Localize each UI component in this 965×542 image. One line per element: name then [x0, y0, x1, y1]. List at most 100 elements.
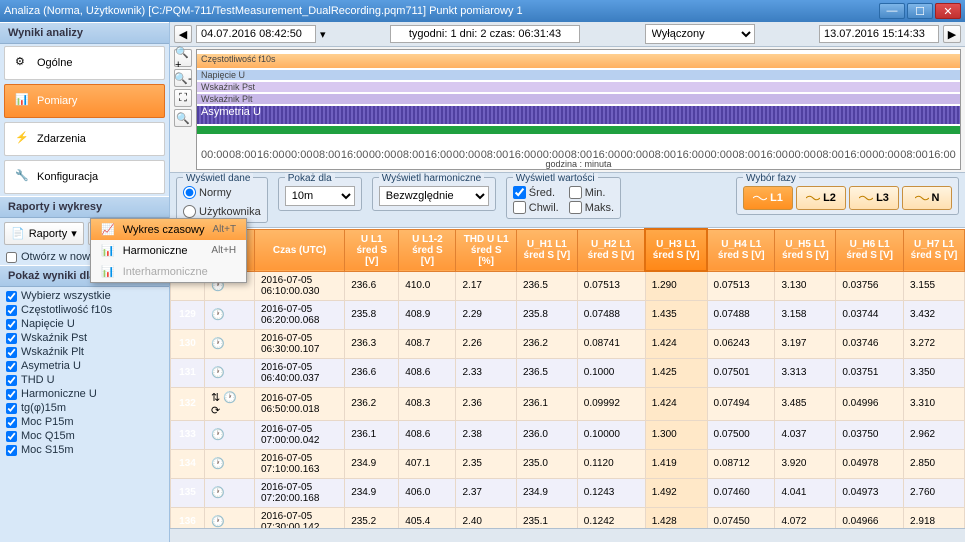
table-row[interactable]: 🕐2016-07-05 06:10:00.030236.6410.02.1723… — [171, 271, 965, 300]
col-header[interactable]: U_H2 L1 śred S [V] — [577, 229, 645, 271]
filter-checkbox[interactable] — [6, 417, 17, 428]
col-header[interactable]: U_H4 L1 śred S [V] — [707, 229, 775, 271]
radio-user[interactable] — [183, 205, 196, 218]
track-frequency: Częstotliwość f10s — [197, 54, 960, 68]
phase-n-button[interactable]: N — [902, 186, 952, 210]
chk-min[interactable] — [569, 186, 582, 199]
date-to-input[interactable] — [819, 25, 939, 43]
filter-checkbox[interactable] — [6, 347, 17, 358]
open-new-window-checkbox[interactable] — [6, 252, 17, 263]
table-row[interactable]: 130🕐2016-07-05 06:30:00.107236.3408.72.2… — [171, 329, 965, 358]
col-header[interactable]: U L1-2 śred S [V] — [399, 229, 456, 271]
chk-avg[interactable] — [513, 186, 526, 199]
show-for-group-title: Pokaż dla — [285, 173, 335, 184]
clock-icon: 🕐 — [211, 367, 225, 379]
filter-label: Harmoniczne U — [21, 388, 97, 400]
filter-label: Wskaźnik Plt — [21, 346, 84, 358]
window-title: Analiza (Norma, Użytkownik) [C:/PQM-711/… — [4, 5, 879, 17]
filter-checkbox[interactable] — [6, 361, 17, 372]
sidebar-item-events[interactable]: ⚡ Zdarzenia — [4, 122, 165, 156]
chart-icon: 📊 — [15, 93, 31, 109]
filter-checkbox[interactable] — [6, 375, 17, 386]
col-header[interactable]: U_H3 L1 śred S [V] — [645, 229, 707, 271]
clock-icon: 🕐 — [211, 338, 225, 350]
reports-dropdown[interactable]: 📄 Raporty ▾ — [4, 222, 84, 245]
date-from-input[interactable] — [196, 25, 316, 43]
filter-label: Moc S15m — [21, 444, 74, 456]
filter-label: Moc P15m — [21, 416, 74, 428]
filter-label: Moc Q15m — [21, 430, 75, 442]
col-header[interactable]: THD U L1 śred S [%] — [456, 229, 516, 271]
filter-checkbox[interactable] — [6, 445, 17, 456]
lightning-icon: ⚡ — [15, 131, 31, 147]
col-header[interactable]: U_H5 L1 śred S [V] — [775, 229, 836, 271]
values-group-title: Wyświetl wartości — [513, 173, 598, 184]
harmonics-select[interactable]: Bezwzględnie — [379, 186, 489, 206]
track-thd — [197, 126, 960, 134]
clock-icon: 🕐 — [211, 487, 225, 499]
table-row[interactable]: 131🕐2016-07-05 06:40:00.037236.6408.62.3… — [171, 358, 965, 387]
menu-time-chart[interactable]: 📈 Wykres czasowy Alt+T — [91, 219, 246, 240]
timeline-canvas[interactable]: Częstotliwość f10s Napięcie U Wskaźnik P… — [196, 49, 961, 170]
filter-checkbox[interactable] — [6, 389, 17, 400]
chevron-down-icon: ▾ — [71, 227, 77, 240]
radio-norms[interactable] — [183, 186, 196, 199]
table-row[interactable]: 132⇅ 🕐 ⟳2016-07-05 06:50:00.018236.2408.… — [171, 387, 965, 420]
col-header[interactable]: U_H7 L1 śred S [V] — [904, 229, 965, 271]
filter-label: Wskaźnik Pst — [21, 332, 87, 344]
filter-checkbox[interactable] — [6, 291, 17, 302]
table-row[interactable]: 136🕐2016-07-05 07:30:00.142235.2405.42.4… — [171, 507, 965, 528]
sidebar-label: Pomiary — [37, 95, 77, 107]
sidebar-item-general[interactable]: ⚙ Ogólne — [4, 46, 165, 80]
zoom-fit-button[interactable]: ⛶ — [174, 89, 192, 107]
close-button[interactable]: ✕ — [935, 3, 961, 19]
nav-right-button[interactable]: ▶ — [943, 25, 961, 43]
maximize-button[interactable]: ☐ — [907, 3, 933, 19]
phase-group-title: Wybór fazy — [743, 173, 799, 184]
chk-inst[interactable] — [513, 201, 526, 214]
track-pst: Wskaźnik Pst — [197, 82, 960, 92]
clock-icon: 🕐 — [211, 309, 225, 321]
sync-icon: ⟳ — [211, 405, 220, 417]
spinner-icon[interactable]: ▾ — [320, 28, 326, 41]
filter-checkbox[interactable] — [6, 319, 17, 330]
filter-label: Częstotliwość f10s — [21, 304, 112, 316]
clock-icon: 🕐 — [211, 429, 225, 441]
table-row[interactable]: 133🕐2016-07-05 07:00:00.042236.1408.62.3… — [171, 420, 965, 449]
reports-icon: 📄 — [11, 227, 25, 240]
clock-icon: 🕐 — [223, 392, 237, 404]
clock-icon: 🕐 — [211, 516, 225, 528]
col-header[interactable]: U_H1 L1 śred S [V] — [516, 229, 577, 271]
chk-max[interactable] — [569, 201, 582, 214]
zoom-in-button[interactable]: 🔍+ — [174, 49, 192, 67]
track-asymmetry: Asymetria U — [197, 106, 960, 124]
nav-left-button[interactable]: ◀ — [174, 25, 192, 43]
col-header[interactable]: Czas (UTC) — [255, 229, 345, 271]
menu-harmonics[interactable]: 📊 Harmoniczne Alt+H — [91, 240, 246, 261]
filter-checkbox[interactable] — [6, 431, 17, 442]
table-row[interactable]: 135🕐2016-07-05 07:20:00.168234.9406.02.3… — [171, 478, 965, 507]
minimize-button[interactable]: — — [879, 3, 905, 19]
filter-checkbox[interactable] — [6, 305, 17, 316]
phase-l3-button[interactable]: L3 — [849, 186, 899, 210]
menu-interharmonics: 📊 Interharmoniczne — [91, 261, 246, 282]
zoom-out-button[interactable]: 🔍- — [174, 69, 192, 87]
phase-l2-button[interactable]: L2 — [796, 186, 846, 210]
phase-l1-button[interactable]: L1 — [743, 186, 793, 210]
harmonics-group-title: Wyświetl harmoniczne — [379, 173, 484, 184]
col-header[interactable]: U_H6 L1 śred S [V] — [836, 229, 904, 271]
table-row[interactable]: 129🕐2016-07-05 06:20:00.068235.8408.92.2… — [171, 300, 965, 329]
gear-icon: ⚙ — [15, 55, 31, 71]
interval-select[interactable]: 10m — [285, 186, 355, 206]
sidebar-item-measurements[interactable]: 📊 Pomiary — [4, 84, 165, 118]
filter-checkbox[interactable] — [6, 403, 17, 414]
reports-panel-header: Raporty i wykresy — [0, 196, 169, 218]
col-header[interactable]: U L1 śred S [V] — [345, 229, 399, 271]
table-row[interactable]: 134🕐2016-07-05 07:10:00.163234.9407.12.3… — [171, 449, 965, 478]
mode-select[interactable]: Wyłączony — [645, 24, 755, 44]
filter-label: tg(φ)15m — [21, 402, 66, 414]
sidebar-item-config[interactable]: 🔧 Konfiguracja — [4, 160, 165, 194]
zoom-reset-button[interactable]: 🔍 — [174, 109, 192, 127]
filter-checkbox[interactable] — [6, 333, 17, 344]
filter-label: Wybierz wszystkie — [21, 290, 111, 302]
